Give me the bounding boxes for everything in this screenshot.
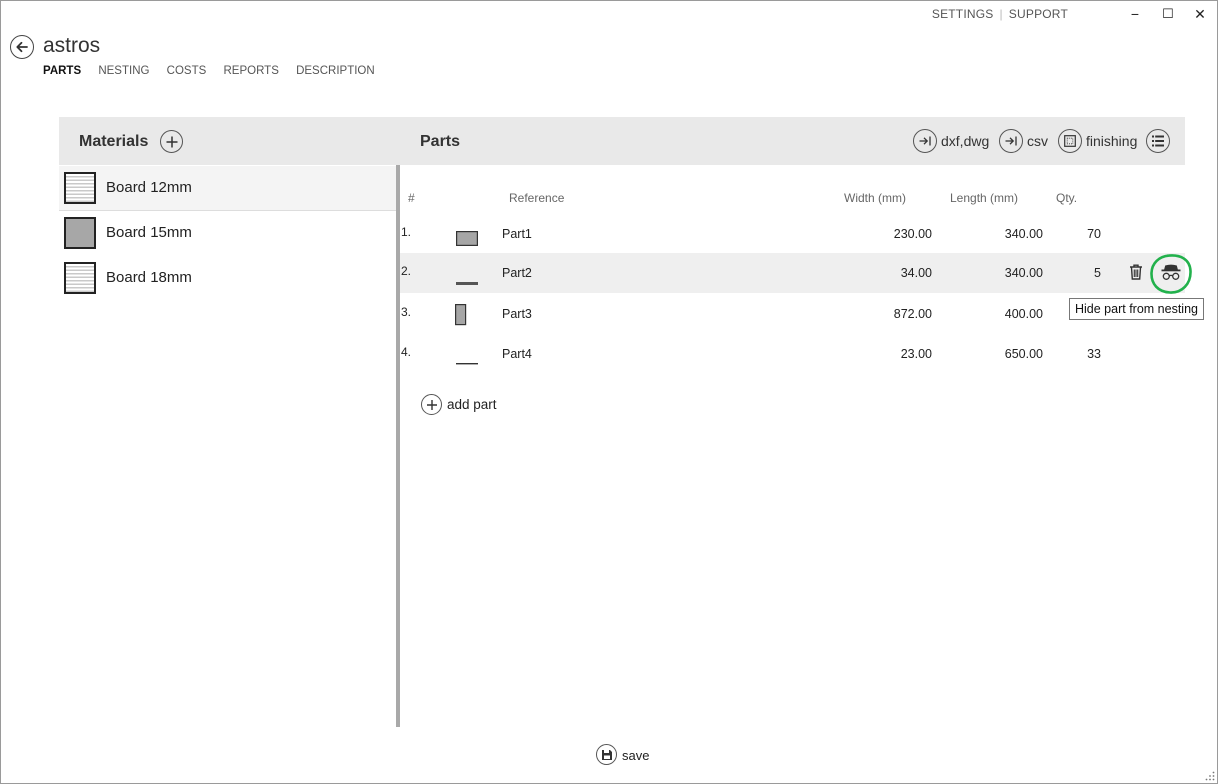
nav-tabs: PARTS NESTING COSTS REPORTS DESCRIPTION <box>43 65 389 77</box>
add-material-button[interactable] <box>160 130 183 153</box>
tooltip: Hide part from nesting <box>1069 298 1204 320</box>
finishing-label: finishing <box>1086 133 1138 149</box>
part-reference[interactable]: Part2 <box>502 266 532 280</box>
part-length[interactable]: 340.00 <box>1005 266 1043 280</box>
part-reference[interactable]: Part3 <box>502 307 532 321</box>
material-item-board-12mm[interactable]: Board 12mm <box>59 166 396 211</box>
table-row[interactable]: 4. Part4 23.00 650.00 33 <box>400 334 1185 374</box>
row-number: 4. <box>401 345 412 359</box>
material-item-board-15mm[interactable]: Board 15mm <box>59 211 396 255</box>
tab-description[interactable]: DESCRIPTION <box>296 65 375 77</box>
trash-icon[interactable] <box>1129 264 1143 280</box>
material-label: Board 12mm <box>106 179 192 196</box>
minimize-button[interactable]: − <box>1125 4 1145 24</box>
list-icon <box>1152 135 1164 147</box>
material-item-board-18mm[interactable]: Board 18mm <box>59 256 396 300</box>
part-length[interactable]: 340.00 <box>1005 227 1043 241</box>
part-qty[interactable]: 5 <box>1094 266 1101 280</box>
import-dxf-button[interactable]: dxf,dwg <box>913 129 993 153</box>
arrow-left-icon <box>16 41 28 53</box>
incognito-icon <box>1150 254 1192 294</box>
material-swatch <box>64 262 96 294</box>
part-width[interactable]: 230.00 <box>894 227 932 241</box>
part-reference[interactable]: Part4 <box>502 347 532 361</box>
part-length[interactable]: 650.00 <box>1005 347 1043 361</box>
save-label: save <box>622 748 650 763</box>
hide-from-nesting-button[interactable] <box>1150 254 1192 294</box>
table-row[interactable]: 2. Part2 34.00 340.00 5 <box>400 253 1192 294</box>
part-reference[interactable]: Part1 <box>502 227 532 241</box>
close-button[interactable]: ✕ <box>1190 4 1210 24</box>
part-shape-icon <box>455 304 467 326</box>
panel-header: Materials Parts dxf,dwg csv finishing <box>59 117 1185 165</box>
top-links-separator: | <box>999 7 1003 21</box>
import-csv-label: csv <box>1027 133 1048 149</box>
part-shape-icon <box>456 363 478 365</box>
page-title: astros <box>43 34 101 57</box>
column-header-qty[interactable]: Qty. <box>1056 191 1077 205</box>
materials-title: Materials <box>79 133 149 150</box>
material-label: Board 15mm <box>106 224 192 241</box>
top-links: SETTINGS | SUPPORT <box>932 7 1068 21</box>
tab-reports[interactable]: REPORTS <box>223 65 278 77</box>
row-number: 3. <box>401 305 412 319</box>
list-view-button[interactable] <box>1146 129 1170 153</box>
finishing-icon <box>1058 129 1082 153</box>
tab-costs[interactable]: COSTS <box>167 65 207 77</box>
column-header-width[interactable]: Width (mm) <box>844 191 906 205</box>
support-link[interactable]: SUPPORT <box>1009 7 1068 21</box>
column-header-length[interactable]: Length (mm) <box>950 191 1018 205</box>
material-swatch <box>64 172 96 204</box>
import-csv-button[interactable]: csv <box>999 129 1055 153</box>
part-width[interactable]: 872.00 <box>894 307 932 321</box>
part-shape-icon <box>456 231 478 247</box>
part-length[interactable]: 400.00 <box>1005 307 1043 321</box>
tab-nesting[interactable]: NESTING <box>98 65 149 77</box>
add-part-label: add part <box>447 397 497 412</box>
table-row[interactable]: 3. Part3 872.00 400.00 <box>400 294 1185 334</box>
parts-title: Parts <box>420 133 461 150</box>
plus-icon <box>166 136 177 147</box>
column-header-num: # <box>408 191 415 205</box>
import-icon <box>999 129 1023 153</box>
material-swatch <box>64 217 96 249</box>
tab-parts[interactable]: PARTS <box>43 65 81 77</box>
import-dxf-label: dxf,dwg <box>941 133 990 149</box>
part-width[interactable]: 23.00 <box>901 347 932 361</box>
row-number: 2. <box>401 264 412 278</box>
part-qty[interactable]: 33 <box>1087 347 1101 361</box>
part-width[interactable]: 34.00 <box>901 266 932 280</box>
material-label: Board 18mm <box>106 269 192 286</box>
floppy-icon <box>596 744 617 765</box>
import-icon <box>913 129 937 153</box>
part-shape-icon <box>456 282 478 285</box>
row-number: 1. <box>401 225 412 239</box>
back-button[interactable] <box>10 35 34 59</box>
settings-link[interactable]: SETTINGS <box>932 7 994 21</box>
maximize-button[interactable]: ☐ <box>1158 4 1178 24</box>
plus-icon <box>421 394 442 415</box>
finishing-button[interactable]: finishing <box>1058 129 1140 153</box>
column-header-reference[interactable]: Reference <box>509 191 564 205</box>
table-row[interactable]: 1. Part1 230.00 340.00 70 <box>400 214 1185 254</box>
part-qty[interactable]: 70 <box>1087 227 1101 241</box>
resize-grip-icon[interactable] <box>1205 771 1215 781</box>
